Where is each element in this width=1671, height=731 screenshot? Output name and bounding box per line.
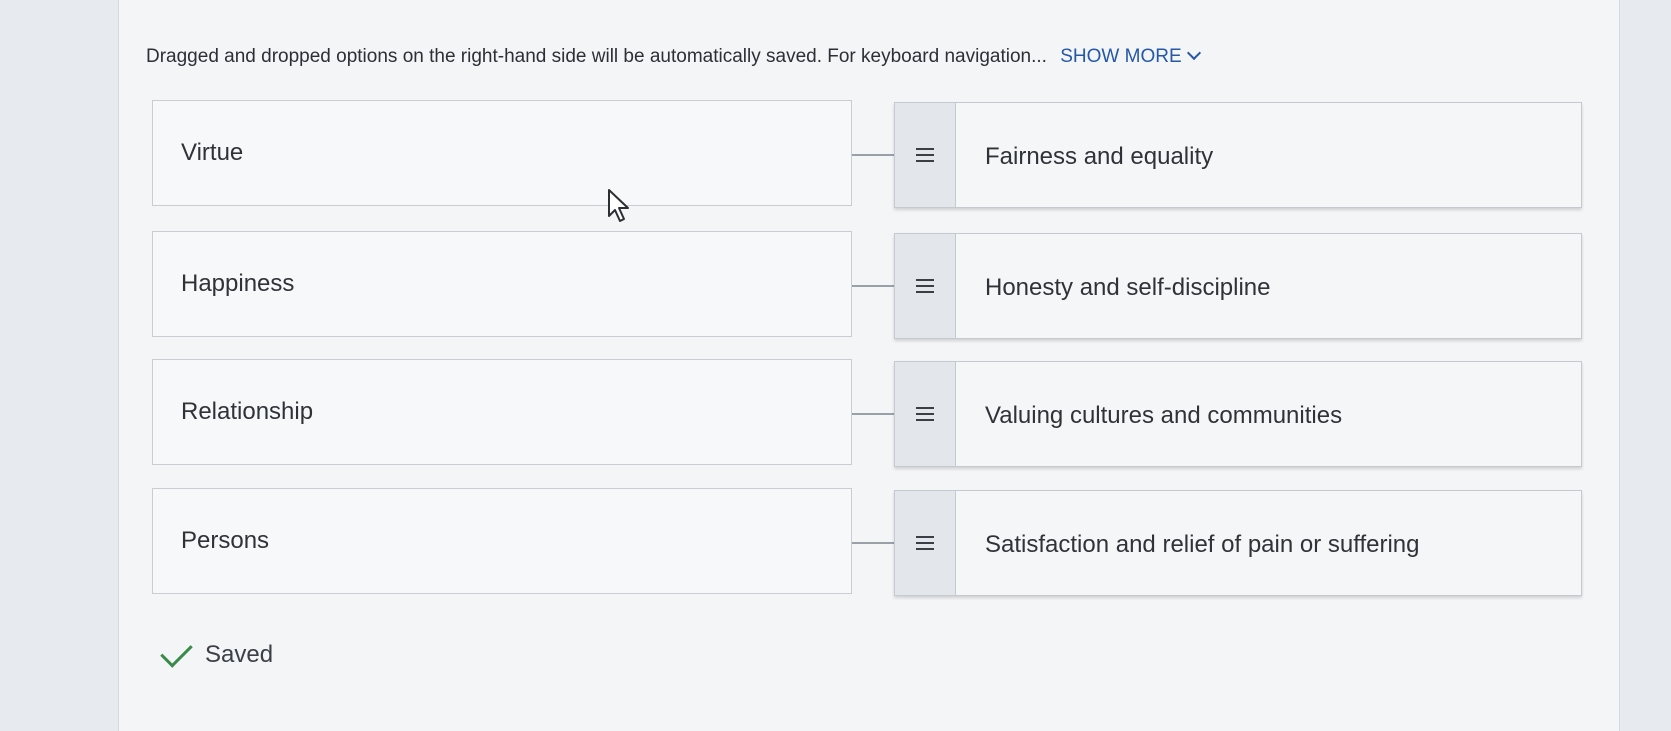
term-label: Relationship	[181, 398, 314, 425]
connector-line	[852, 413, 894, 415]
term-box: Relationship	[152, 359, 852, 465]
match-row: Happiness Honesty and self-discipline	[152, 231, 1582, 339]
term-box: Persons	[152, 488, 852, 594]
instructions: Dragged and dropped options on the right…	[146, 45, 1201, 68]
drag-handle-icon	[916, 407, 934, 425]
drag-handle[interactable]	[895, 491, 956, 595]
show-more-label: SHOW MORE	[1060, 46, 1182, 67]
mouse-pointer-icon	[608, 189, 629, 222]
connector-line	[852, 285, 894, 287]
term-label: Happiness	[181, 270, 295, 297]
chevron-down-icon	[1186, 45, 1201, 61]
term-label: Persons	[181, 527, 270, 554]
draggable-answer[interactable]: Honesty and self-discipline	[894, 233, 1582, 339]
drag-handle[interactable]	[895, 234, 956, 338]
saved-label: Saved	[205, 641, 274, 668]
drag-handle-icon	[916, 279, 934, 297]
draggable-answer[interactable]: Valuing cultures and communities	[894, 361, 1582, 467]
answer-label: Honesty and self-discipline	[985, 274, 1271, 301]
drag-handle[interactable]	[895, 103, 956, 207]
term-box: Happiness	[152, 231, 852, 337]
save-status: Saved	[160, 635, 274, 679]
answer-label: Valuing cultures and communities	[985, 402, 1343, 429]
show-more-link[interactable]: SHOW MORE	[1060, 45, 1201, 67]
draggable-answer[interactable]: Fairness and equality	[894, 102, 1582, 208]
instructions-text: Dragged and dropped options on the right…	[146, 46, 1047, 67]
drag-handle-icon	[916, 148, 934, 166]
answer-label: Satisfaction and relief of pain or suffe…	[985, 531, 1420, 558]
match-row: Virtue Fairness and equality	[152, 100, 1582, 208]
drag-handle[interactable]	[895, 362, 956, 466]
match-row: Relationship Valuing cultures and commun…	[152, 359, 1582, 467]
term-box: Virtue	[152, 100, 852, 206]
draggable-answer[interactable]: Satisfaction and relief of pain or suffe…	[894, 490, 1582, 596]
connector-line	[852, 154, 894, 156]
connector-line	[852, 542, 894, 544]
match-row: Persons Satisfaction and relief of pain …	[152, 488, 1582, 596]
drag-handle-icon	[916, 536, 934, 554]
term-label: Virtue	[181, 139, 244, 166]
answer-label: Fairness and equality	[985, 143, 1214, 170]
